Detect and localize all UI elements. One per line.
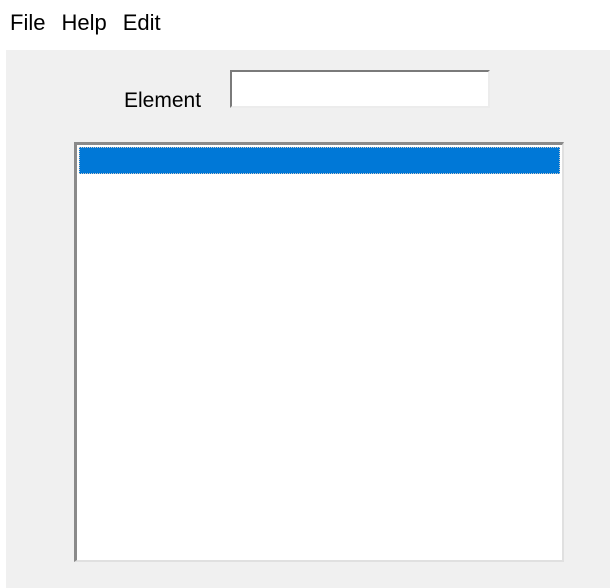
element-listbox[interactable] xyxy=(74,142,564,562)
menu-file[interactable]: File xyxy=(0,0,53,46)
element-input[interactable] xyxy=(230,70,490,108)
client-area: Element xyxy=(6,50,610,588)
app-window: File Help Edit Element xyxy=(0,0,610,588)
menu-edit[interactable]: Edit xyxy=(115,0,169,46)
menu-bar: File Help Edit xyxy=(0,0,610,46)
list-item-selected[interactable] xyxy=(79,147,560,174)
element-label: Element xyxy=(124,89,202,112)
menu-help[interactable]: Help xyxy=(53,0,114,46)
